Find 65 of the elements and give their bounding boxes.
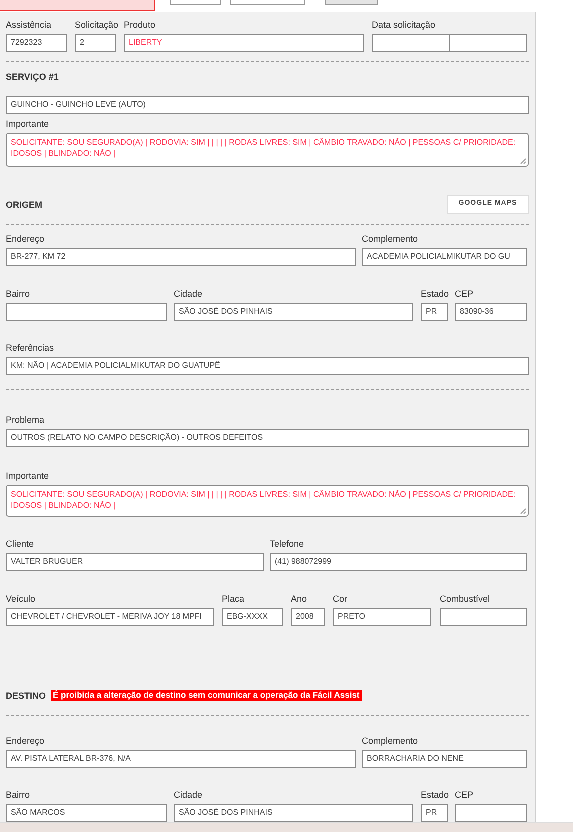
field-label: Importante	[6, 119, 50, 129]
input-field[interactable]	[455, 804, 527, 822]
input-field[interactable]: ACADEMIA POLICIALMIKUTAR DO GU	[362, 248, 527, 266]
field-label: CEP	[455, 790, 474, 800]
warning-banner: É proibida a alteração de destino sem comunicar a operação da Fácil Assist	[51, 690, 362, 701]
field-label: Referências	[6, 343, 54, 353]
field-label: Importante	[6, 471, 50, 481]
field-label: Bairro	[6, 790, 30, 800]
section-title: ORIGEM	[6, 200, 43, 210]
input-field[interactable]	[372, 34, 450, 52]
field-label: Cidade	[174, 289, 203, 299]
field-label: Telefone	[270, 539, 304, 549]
field-label: Assistência	[6, 20, 52, 30]
field-label: Produto	[124, 20, 156, 30]
field-label: Complemento	[362, 736, 418, 746]
field-label: Endereço	[6, 736, 45, 746]
field-label: Combustível	[440, 594, 490, 604]
input-field[interactable]: 2008	[291, 608, 325, 626]
input-field[interactable]: PR	[421, 303, 448, 321]
field-label: Estado	[421, 289, 450, 299]
field-label: Cidade	[174, 790, 203, 800]
input-field[interactable]: SÃO JOSÉ DOS PINHAIS	[174, 804, 413, 822]
field-label: Cor	[333, 594, 348, 604]
input-field[interactable]: GUINCHO - GUINCHO LEVE (AUTO)	[6, 96, 529, 114]
button[interactable]	[325, 0, 378, 5]
input-field[interactable]: (41) 988072999	[270, 553, 527, 571]
textarea-field[interactable]: SOLICITANTE: SOU SEGURADO(A) | RODOVIA: SIM | | | | | RODAS LIVRES: SIM | CÂMBIO TRAVADO: NÃO | PESSOAS C/ PRIORIDADE: IDOSOS | BLINDADO: NÃO |	[6, 133, 529, 167]
field-label: CEP	[455, 289, 474, 299]
input-field[interactable]: 83090-36	[455, 303, 527, 321]
section-title: DESTINO	[6, 690, 46, 700]
input-field[interactable]: EBG-XXXX	[222, 608, 283, 626]
field-label: Solicitação	[75, 20, 119, 30]
input-field[interactable]	[440, 608, 527, 626]
input-field[interactable]	[450, 34, 527, 52]
field-label: Veículo	[6, 594, 36, 604]
input-field[interactable]: PR	[421, 804, 448, 822]
field-label: Problema	[6, 415, 45, 425]
field-label: Bairro	[6, 289, 30, 299]
input-field[interactable]: CHEVROLET / CHEVROLET - MERIVA JOY 18 MPFI	[6, 608, 214, 626]
input-field[interactable]: 7292323	[6, 34, 67, 52]
resize-handle-icon[interactable]	[520, 508, 527, 515]
input-field[interactable]: OUTROS (RELATO NO CAMPO DESCRIÇÃO) - OUTROS DEFEITOS	[6, 429, 529, 447]
input-field[interactable]: SÃO MARCOS	[6, 804, 167, 822]
input-field[interactable]: SÃO JOSÉ DOS PINHAIS	[174, 303, 413, 321]
input-field[interactable]: BR-277, KM 72	[6, 248, 356, 266]
input-field[interactable]: LIBERTY	[124, 34, 364, 52]
textarea-field[interactable]: SOLICITANTE: SOU SEGURADO(A) | RODOVIA: SIM | | | | | RODAS LIVRES: SIM | CÂMBIO TRAVADO: NÃO | PESSOAS C/ PRIORIDADE: IDOSOS | BLINDADO: NÃO |	[6, 485, 529, 517]
field-label: Ano	[291, 594, 308, 604]
input-field[interactable]: 2	[75, 34, 116, 52]
section-title: SERVIÇO #1	[6, 72, 59, 82]
input-field[interactable]: AV. PISTA LATERAL BR-376, N/A	[6, 750, 356, 768]
field-label: Cliente	[6, 539, 34, 549]
field-label: Complemento	[362, 234, 418, 244]
field-label: Endereço	[6, 234, 45, 244]
input-field[interactable]	[230, 0, 305, 5]
input-field[interactable]: VALTER BRUGUER	[6, 553, 264, 571]
field-label: Estado	[421, 790, 450, 800]
field-label: Data solicitação	[372, 20, 436, 30]
input-field[interactable]	[170, 0, 221, 5]
field-label: Placa	[222, 594, 245, 604]
input-field[interactable]	[6, 303, 167, 321]
input-field[interactable]: PRETO	[333, 608, 431, 626]
input-field[interactable]: KM: NÃO | ACADEMIA POLICIALMIKUTAR DO GUATUPÊ	[6, 357, 529, 375]
resize-handle-icon[interactable]	[520, 158, 527, 165]
input-field[interactable]: BORRACHARIA DO NENE	[362, 750, 527, 768]
